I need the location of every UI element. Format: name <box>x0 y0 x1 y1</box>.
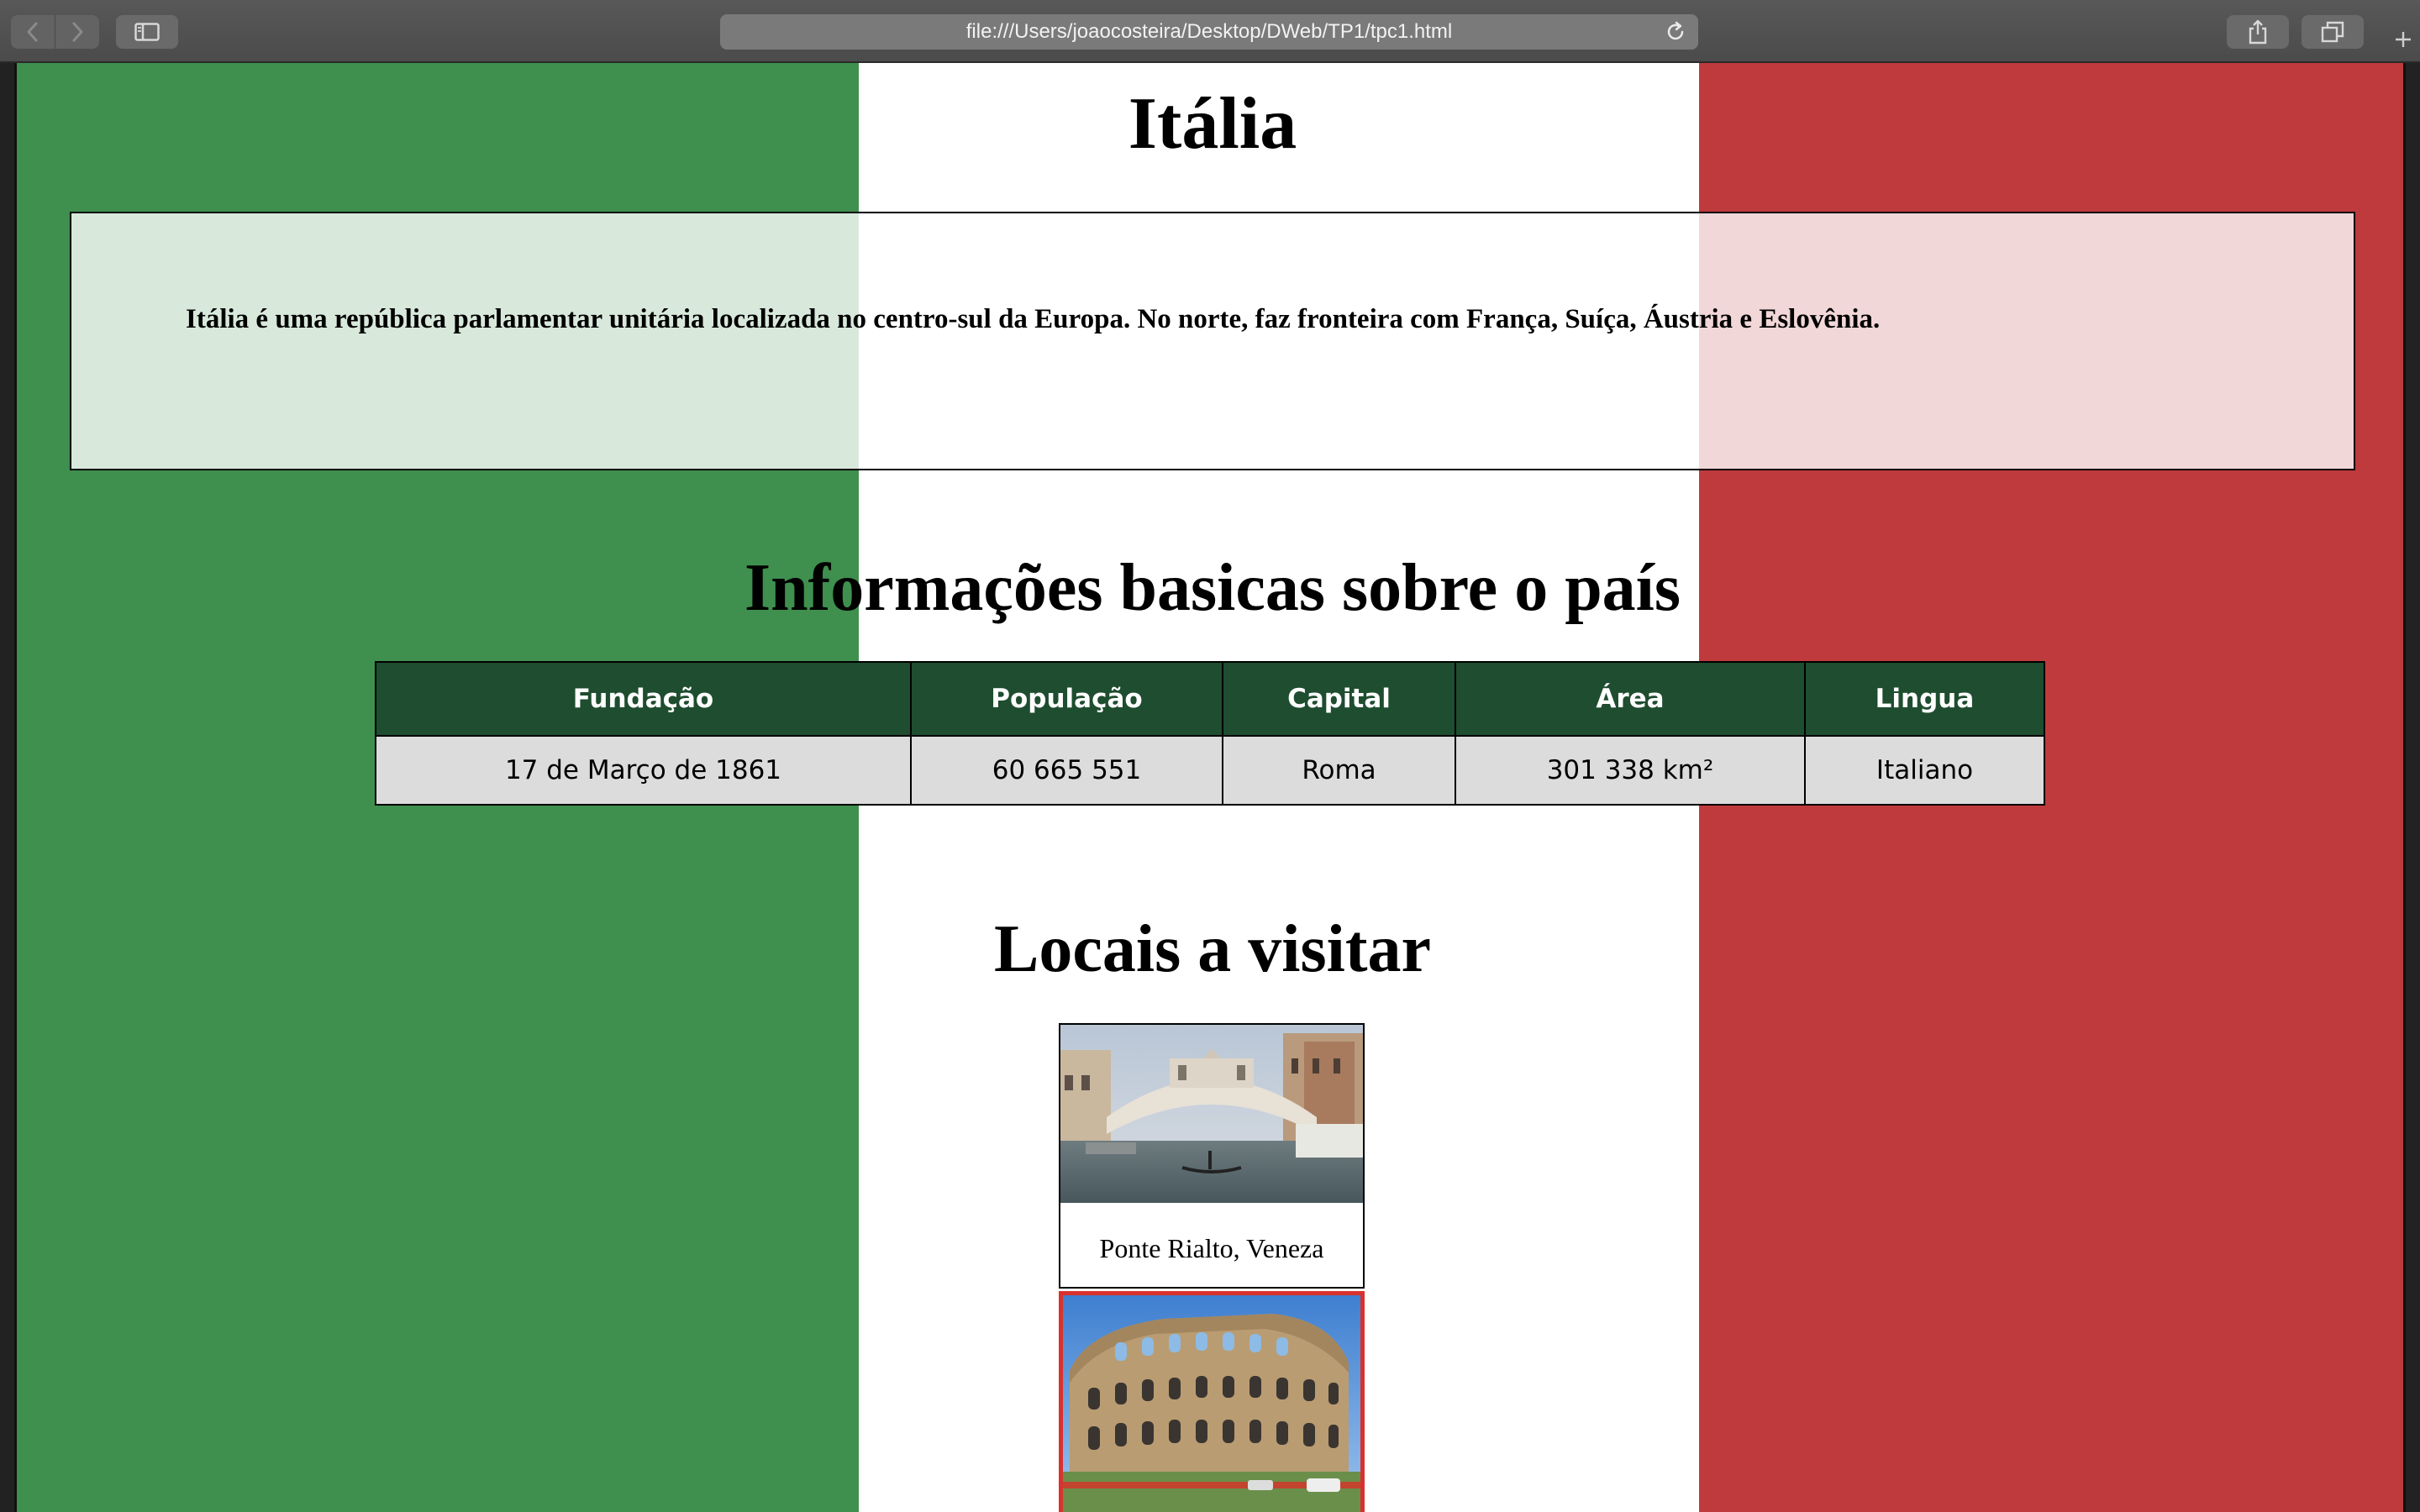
header-lingua: Lingua <box>1804 661 2045 737</box>
table-header-row: Fundação População Capital Área Lingua <box>375 661 2045 737</box>
colosseum-photo <box>1063 1295 1360 1512</box>
url-text: file:///Users/joaocosteira/Desktop/DWeb/… <box>965 20 1453 43</box>
cell-capital: Roma <box>1222 735 1456 806</box>
page-title: Itália <box>1128 83 1297 165</box>
sidebar-toggle-button[interactable] <box>116 15 178 49</box>
cell-populacao: 60 665 551 <box>910 735 1223 806</box>
web-page: Itália Itália é uma república parlamenta… <box>14 63 2406 1512</box>
tab-overview-button[interactable] <box>2302 15 2364 49</box>
tabs-icon <box>2321 21 2344 43</box>
table-row: 17 de Março de 1861 60 665 551 Roma 301 … <box>375 735 2045 806</box>
navigation-buttons <box>11 15 99 49</box>
header-area: Área <box>1455 661 1806 737</box>
share-icon <box>2249 19 2267 45</box>
basic-info-table: Fundação População Capital Área Lingua 1… <box>375 661 2045 806</box>
place-card-colosseum[interactable] <box>1059 1291 1365 1512</box>
chevron-left-icon <box>27 22 38 42</box>
info-heading: Informações basicas sobre o país <box>744 551 1681 625</box>
place-card-rialto[interactable]: Ponte Rialto, Veneza <box>1059 1023 1365 1289</box>
plus-icon <box>2396 31 2411 47</box>
new-tab-button[interactable] <box>2386 15 2420 63</box>
cell-area: 301 338 km² <box>1455 735 1806 806</box>
share-button[interactable] <box>2227 15 2289 49</box>
cell-lingua: Italiano <box>1804 735 2045 806</box>
browser-toolbar: file:///Users/joaocosteira/Desktop/DWeb/… <box>0 0 2420 63</box>
rialto-bridge-photo <box>1060 1025 1363 1203</box>
visit-heading: Locais a visitar <box>994 912 1431 986</box>
reload-button[interactable] <box>1665 21 1686 47</box>
forward-button[interactable] <box>55 15 99 49</box>
intro-text: Itália é uma república parlamentar unitá… <box>186 304 1881 334</box>
intro-box: Itália é uma república parlamentar unitá… <box>70 212 2355 470</box>
back-button[interactable] <box>11 15 55 49</box>
browser-viewport: Itália Itália é uma república parlamenta… <box>0 63 2420 1512</box>
place-caption: Ponte Rialto, Veneza <box>1099 1233 1324 1263</box>
header-populacao: População <box>910 661 1223 737</box>
sidebar-icon <box>134 23 160 41</box>
cell-fundacao: 17 de Março de 1861 <box>375 735 912 806</box>
chevron-right-icon <box>72 22 83 42</box>
address-bar[interactable]: file:///Users/joaocosteira/Desktop/DWeb/… <box>720 14 1698 50</box>
header-fundacao: Fundação <box>375 661 912 737</box>
header-capital: Capital <box>1222 661 1456 737</box>
reload-icon <box>1667 21 1684 40</box>
